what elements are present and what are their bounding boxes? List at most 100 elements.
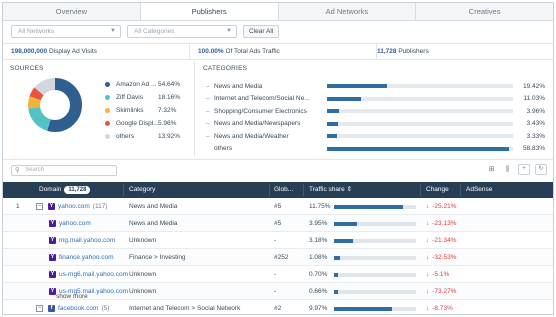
- header-category[interactable]: Category: [129, 182, 155, 198]
- global-rank-cell: -: [274, 288, 277, 295]
- change-value: -21.34%: [432, 237, 457, 244]
- collapse-icon[interactable]: −: [36, 203, 43, 210]
- bullet-icon: –: [206, 120, 210, 128]
- site-favicon-icon: Y: [49, 220, 56, 227]
- tab-ad-networks[interactable]: Ad Networks: [278, 3, 417, 20]
- header-domain-label: Domain: [39, 186, 62, 193]
- traffic-share-value: 0.70%: [309, 271, 328, 278]
- columns-icon[interactable]: ⫼: [502, 164, 513, 175]
- traffic-share-bar-track: [334, 290, 416, 294]
- table-row[interactable]: Yus-mg6.mail.yahoo.com Unknown - 0.70% ↓ -5.1…: [3, 266, 553, 283]
- source-legend-item[interactable]: Ziff Davis 18.16%: [105, 91, 191, 104]
- table-row[interactable]: Ymg.mail.yahoo.com Unknown - 3.18% ↓ -21.34%: [3, 232, 553, 249]
- domain-cell: yahoo.com: [59, 215, 94, 232]
- tab-overview[interactable]: Overview: [3, 3, 141, 20]
- category-bar-fill: [327, 134, 338, 139]
- table-row[interactable]: − f facebook.com (5) Internet and Telecom > …: [3, 300, 553, 314]
- table-row[interactable]: Yyahoo.com News and Media #5 3.95% ↓ -23.13%: [3, 215, 553, 232]
- category-bar-track: [327, 146, 513, 151]
- tab-publishers[interactable]: Publishers: [140, 3, 279, 20]
- change-cell: ↓ -25.21%: [426, 198, 456, 215]
- header-change[interactable]: Change: [426, 182, 449, 198]
- domain-cell: yahoo.com (117): [58, 198, 108, 215]
- arrow-down-icon: ↓: [426, 220, 430, 227]
- domain-link[interactable]: yahoo.com: [58, 203, 90, 210]
- category-bar-track: [327, 96, 513, 101]
- category-bar-track: [327, 121, 513, 126]
- categories-select[interactable]: All Categories ▼: [127, 25, 237, 38]
- categories-select-value: All Categories: [134, 28, 175, 35]
- header-domain[interactable]: Domain 11,728: [39, 182, 91, 198]
- summary-bar: 198,000,000 Display Ad Visits 100.00% Of…: [3, 43, 553, 60]
- category-bar-fill: [327, 96, 362, 101]
- legend-dot-icon: [105, 95, 110, 100]
- traffic-share-value: 3.18%: [309, 237, 328, 244]
- column-divider: [303, 184, 304, 196]
- header-adsense[interactable]: AdSense: [466, 182, 492, 198]
- traffic-share-bar-track: [334, 273, 416, 277]
- category-item[interactable]: – Shopping/Consumer Electronics 3.96%: [206, 105, 551, 118]
- site-favicon-icon: Y: [49, 288, 56, 295]
- category-value: 58.83%: [522, 145, 545, 153]
- change-cell: ↓ -21.34%: [426, 232, 456, 249]
- domain-cell: mg.mail.yahoo.com: [59, 232, 118, 249]
- search-icon: ⚲: [15, 167, 20, 174]
- source-legend-item[interactable]: Skimlinks 7.32%: [105, 104, 191, 117]
- column-divider: [269, 184, 270, 196]
- filter-bar: All Networks ▼ All Categories ▼ Clear Al…: [11, 25, 280, 39]
- domain-link[interactable]: yahoo.com: [59, 220, 91, 227]
- clear-all-button[interactable]: Clear All: [243, 25, 280, 38]
- category-item[interactable]: – News and Media/Weather 3.33%: [206, 130, 551, 143]
- categories-panel: CATEGORIES – News and Media 19.42% – Interne…: [196, 61, 553, 156]
- arrow-down-icon: ↓: [426, 305, 430, 312]
- traffic-share-bar-track: [334, 307, 416, 311]
- header-traffic-share[interactable]: Traffic share ⇕: [309, 182, 352, 198]
- header-global-rank[interactable]: Glob...: [274, 182, 293, 198]
- traffic-share-bar-fill: [334, 307, 393, 311]
- source-value: 5.96%: [158, 120, 177, 127]
- category-cell: Unknown: [129, 271, 157, 278]
- table-toolbar: ⚲ Search ⊞ ⫼ + ↻: [3, 159, 553, 179]
- visits-label: Display Ad Visits: [48, 48, 97, 55]
- category-item[interactable]: – News and Media/Newspapers 3.43%: [206, 118, 551, 131]
- collapse-icon[interactable]: −: [36, 305, 43, 312]
- refresh-button[interactable]: ↻: [535, 164, 547, 175]
- export-icon[interactable]: ⊞: [486, 164, 497, 175]
- source-value: 7.32%: [158, 107, 177, 114]
- source-value: 18.16%: [158, 94, 181, 101]
- category-value: 3.33%: [526, 132, 545, 140]
- category-item[interactable]: – News and Media 19.42%: [206, 80, 551, 93]
- source-legend-item[interactable]: others 13.92%: [105, 130, 191, 143]
- site-favicon-icon: Y: [49, 254, 56, 261]
- networks-select[interactable]: All Networks ▼: [11, 25, 121, 38]
- domain-count-badge: 11,728: [64, 186, 91, 194]
- arrow-down-icon: ↓: [426, 271, 430, 278]
- source-legend-item[interactable]: Google Displ... 5.96%: [105, 117, 191, 130]
- chevron-down-icon: ▼: [110, 28, 116, 34]
- traffic-share-value: 11.75%: [309, 203, 331, 210]
- traffic-share-value: 9.97%: [309, 305, 328, 312]
- category-item[interactable]: – Internet and Telecom/Social Ne... 11.03%: [206, 93, 551, 106]
- category-bar-track: [327, 109, 513, 114]
- domain-link[interactable]: mg.mail.yahoo.com: [59, 237, 115, 244]
- change-cell: ↓ -73.27%: [426, 283, 456, 300]
- domain-link[interactable]: finance.yahoo.com: [59, 254, 114, 261]
- row-number: 1: [16, 203, 20, 210]
- domain-link[interactable]: facebook.com: [58, 305, 98, 312]
- global-rank-cell: #252: [274, 254, 289, 261]
- category-item[interactable]: others 58.83%: [206, 143, 551, 156]
- bullet-icon: –: [206, 95, 210, 103]
- show-more-link[interactable]: show more: [56, 293, 88, 300]
- source-legend-item[interactable]: Amazon Ad ... 54.64%: [105, 78, 191, 91]
- traffic-share-bar-fill: [334, 256, 341, 260]
- category-bar-fill: [327, 109, 340, 114]
- table-row[interactable]: Yfinance.yahoo.com Finance > Investing #25…: [3, 249, 553, 266]
- table-row[interactable]: 1 − Yyahoo.com (117) News and Media #5 11.75% ↓…: [3, 198, 553, 215]
- tab-creatives[interactable]: Creatives: [416, 3, 553, 20]
- category-cell: Internet and Telecom > Social Network: [129, 305, 241, 312]
- search-input[interactable]: ⚲ Search: [11, 165, 117, 176]
- add-column-button[interactable]: +: [518, 164, 530, 175]
- traffic-share-bar-fill: [334, 205, 403, 209]
- source-name: Amazon Ad ...: [116, 81, 157, 88]
- domain-link[interactable]: us-mg6.mail.yahoo.com: [59, 271, 128, 278]
